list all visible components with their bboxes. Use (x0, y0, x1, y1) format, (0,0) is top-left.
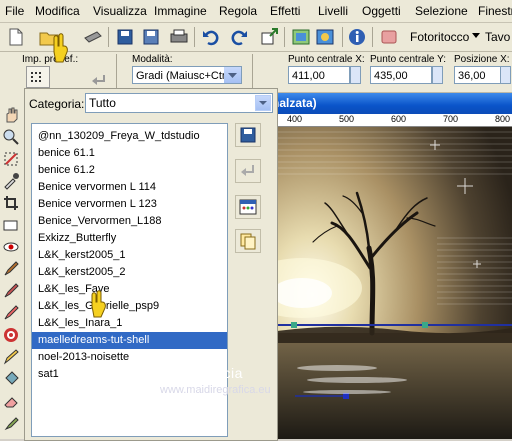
move-icon[interactable] (2, 216, 20, 234)
crop-icon[interactable] (2, 194, 20, 212)
list-item[interactable]: noel-2013-noisette (32, 349, 227, 366)
browser-icon[interactable] (290, 26, 312, 48)
center-y-field[interactable]: 435,00 (370, 66, 432, 84)
list-item[interactable]: @nn_130209_Freya_W_tdstudio (32, 128, 227, 145)
menu-image[interactable]: Immagine (154, 4, 207, 18)
tab-label[interactable]: Tavo (485, 30, 510, 44)
image-window-title: nalzata) (272, 96, 317, 110)
category-value: Tutto (89, 96, 116, 110)
ruler-label: 400 (287, 114, 303, 124)
chevron-down-icon[interactable] (255, 95, 271, 111)
list-item[interactable]: Benice_Vervormen_L188 (32, 213, 227, 230)
list-item[interactable]: Benice vervormen L 114 (32, 179, 227, 196)
list-item[interactable]: maelledreams-tut-shell (32, 332, 227, 349)
scanner-icon[interactable] (82, 26, 104, 48)
menu-layers[interactable]: Livelli (318, 4, 348, 18)
category-label: Categoria: (29, 97, 85, 111)
eraser-icon[interactable] (378, 26, 400, 48)
clone-brush-icon[interactable] (2, 282, 20, 300)
photo-fix-label[interactable]: Fotoritocco (410, 30, 469, 44)
reset-icon[interactable] (90, 72, 108, 86)
deform-icon[interactable] (2, 150, 20, 168)
pencil-icon[interactable] (2, 348, 20, 366)
chevron-down-icon[interactable] (472, 33, 480, 39)
crop-export-icon[interactable] (258, 26, 280, 48)
tools-palette (0, 92, 25, 439)
dropper-icon[interactable] (2, 172, 20, 190)
menu-adjust[interactable]: Regola (219, 4, 257, 18)
redo-icon[interactable] (228, 26, 250, 48)
save-as-icon[interactable] (140, 26, 162, 48)
list-item[interactable]: benice 61.2 (32, 162, 227, 179)
list-item[interactable]: benice 61.1 (32, 145, 227, 162)
list-item[interactable]: L&K_les_Gabrielle_psp9 (32, 298, 227, 315)
toolbar: Fotoritocco Tavo (0, 23, 512, 52)
hand-cursor-icon (91, 290, 106, 318)
print-icon[interactable] (168, 26, 190, 48)
reset-preset-button[interactable] (235, 159, 261, 183)
image-window-titlebar[interactable]: nalzata) (262, 93, 512, 114)
menu-window[interactable]: Finestra (478, 4, 512, 18)
ruler-label: 800 (495, 114, 511, 124)
paint-brush-icon[interactable] (2, 260, 20, 278)
pos-x-label: Posizione X: (454, 54, 510, 65)
watermark-url: www.maidiregrafica.eu (160, 384, 271, 396)
center-x-field[interactable]: 411,00 (288, 66, 350, 84)
menu-file[interactable]: File (5, 4, 24, 18)
resource-manager-button[interactable] (235, 195, 261, 219)
eraser-tool-icon[interactable] (2, 392, 20, 410)
ruler-label: 600 (391, 114, 407, 124)
horizontal-ruler: 400 500 600 700 800 (277, 114, 512, 127)
ruler-label: 500 (339, 114, 355, 124)
materials-icon[interactable] (314, 26, 336, 48)
menu-selections[interactable]: Selezione (415, 4, 468, 18)
info-icon[interactable] (346, 26, 368, 48)
list-item[interactable]: L&K_les_Faye (32, 281, 227, 298)
save-preset-button[interactable] (235, 123, 261, 147)
mode-dropdown-icon[interactable] (224, 67, 241, 83)
tool-options-bar: Imp. predef.: Modalità: Gradi (Maiusc+Ct… (0, 52, 512, 93)
menu-edit[interactable]: Modifica (35, 4, 80, 18)
list-item[interactable]: L&K_les_Inara_1 (32, 315, 227, 332)
red-eye-icon[interactable] (2, 238, 20, 256)
new-file-icon[interactable] (4, 26, 26, 48)
fill-bucket-icon[interactable] (2, 370, 20, 388)
pos-x-spinner[interactable] (500, 66, 511, 84)
center-x-spinner[interactable] (350, 66, 361, 84)
menu-view[interactable]: Visualizza (93, 4, 147, 18)
pos-x-field[interactable]: 36,00 (454, 66, 502, 84)
category-select[interactable]: Tutto (85, 93, 273, 113)
retouch-icon[interactable] (2, 304, 20, 322)
undo-icon[interactable] (200, 26, 222, 48)
pan-hand-icon[interactable] (2, 106, 20, 124)
picture-tube-icon[interactable] (2, 414, 20, 432)
menu-effects[interactable]: Effetti (270, 4, 300, 18)
list-item[interactable]: L&K_kerst2005_1 (32, 247, 227, 264)
center-x-label: Punto centrale X: (288, 54, 365, 65)
copy-preset-button[interactable] (235, 229, 261, 253)
image-canvas[interactable] (277, 118, 512, 439)
zoom-icon[interactable] (2, 128, 20, 146)
save-icon[interactable] (114, 26, 136, 48)
ruler-label: 700 (443, 114, 459, 124)
list-item[interactable]: Exkizz_Butterfly (32, 230, 227, 247)
preset-picker[interactable] (26, 66, 50, 88)
menu-bar: File Modifica Visualizza Immagine Regola… (0, 0, 512, 23)
list-item[interactable]: Benice vervormen L 123 (32, 196, 227, 213)
menu-objects[interactable]: Oggetti (362, 4, 401, 18)
target-icon[interactable] (2, 326, 20, 344)
list-item[interactable]: L&K_kerst2005_2 (32, 264, 227, 281)
watermark-name: Pinuccia (186, 365, 243, 381)
center-y-spinner[interactable] (432, 66, 443, 84)
hand-cursor-icon (53, 33, 68, 63)
mode-label: Modalità: (132, 54, 173, 65)
center-y-label: Punto centrale Y: (370, 54, 446, 65)
